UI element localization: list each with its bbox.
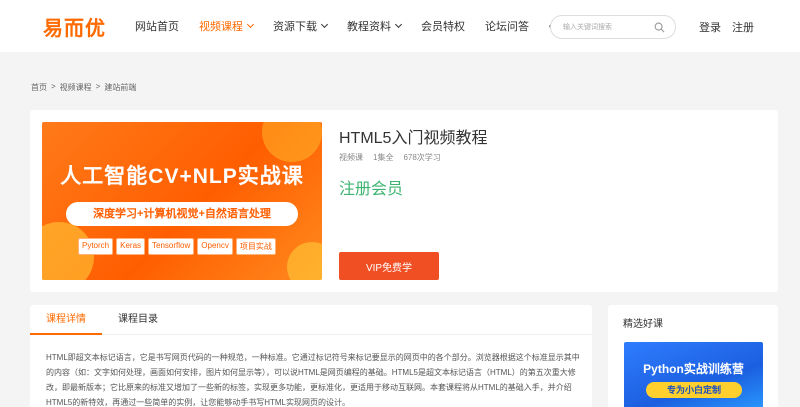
banner-tag: Opencv bbox=[197, 238, 233, 255]
nav-item-tutorials[interactable]: 教程资料 bbox=[347, 18, 403, 34]
course-learners: 678次学习 bbox=[403, 153, 441, 162]
tab-course-catalog[interactable]: 课程目录 bbox=[102, 305, 174, 335]
nav-item-membership[interactable]: 会员特权 bbox=[421, 18, 465, 34]
banner-tag: Tensorflow bbox=[148, 238, 195, 255]
site-header: 易而优 网站首页 视频课程 资源下载 教程资料 会员特权 论坛问答 ••• 登录… bbox=[0, 0, 800, 52]
chevron-down-icon bbox=[320, 20, 329, 29]
featured-course-banner[interactable]: Python实战训练营 专为小白定制 bbox=[624, 342, 763, 407]
search-input[interactable] bbox=[563, 20, 653, 35]
register-link[interactable]: 注册 bbox=[732, 19, 754, 35]
course-episodes: 1集全 bbox=[373, 153, 394, 162]
chevron-down-icon bbox=[394, 20, 403, 29]
banner-title: 人工智能CV+NLP实战课 bbox=[60, 165, 304, 188]
course-description: HTML即超文本标记语言，它是书写网页代码的一种规范，一种标准。它通过标记符号来… bbox=[46, 353, 580, 407]
nav-label: 教程资料 bbox=[347, 21, 391, 33]
featured-courses-panel: 精选好课 Python实战训练营 专为小白定制 bbox=[608, 305, 778, 407]
breadcrumb-separator: > bbox=[51, 82, 56, 91]
banner-subtitle: 深度学习+计算机视觉+自然语言处理 bbox=[66, 202, 298, 226]
nav-label: 网站首页 bbox=[135, 21, 179, 33]
search-icon[interactable] bbox=[654, 22, 665, 33]
nav-item-home[interactable]: 网站首页 bbox=[135, 18, 179, 34]
course-card: 人工智能CV+NLP实战课 深度学习+计算机视觉+自然语言处理 Pytorch … bbox=[30, 110, 778, 292]
login-link[interactable]: 登录 bbox=[699, 19, 721, 35]
course-detail-panel: 课程详情 课程目录 HTML即超文本标记语言，它是书写网页代码的一种规范，一种标… bbox=[30, 305, 592, 407]
featured-banner-subtitle: 专为小白定制 bbox=[646, 382, 742, 398]
decor-circle bbox=[287, 242, 322, 280]
banner-tags: Pytorch Keras Tensorflow Opencv 项目实战 bbox=[78, 238, 276, 255]
nav-item-downloads[interactable]: 资源下载 bbox=[273, 18, 329, 34]
nav-label: 视频课程 bbox=[199, 21, 243, 33]
course-banner[interactable]: 人工智能CV+NLP实战课 深度学习+计算机视觉+自然语言处理 Pytorch … bbox=[42, 122, 322, 280]
detail-tabs: 课程详情 课程目录 bbox=[30, 305, 592, 335]
member-label: 注册会员 bbox=[339, 181, 404, 198]
breadcrumb: 首页 > 视频课程 > 建站前端 bbox=[31, 82, 136, 93]
vip-free-button[interactable]: VIP免费学 bbox=[339, 252, 439, 280]
course-type: 视频课 bbox=[339, 153, 363, 162]
nav-item-video-courses[interactable]: 视频课程 bbox=[199, 18, 255, 34]
nav-item-forum[interactable]: 论坛问答 bbox=[485, 18, 529, 34]
nav-label: 资源下载 bbox=[273, 21, 317, 33]
featured-banner-title: Python实战训练营 bbox=[643, 362, 744, 376]
featured-title: 精选好课 bbox=[623, 319, 663, 330]
breadcrumb-separator: > bbox=[95, 82, 101, 91]
course-meta: 视频课 1集全 678次学习 bbox=[339, 152, 441, 163]
search-box bbox=[550, 15, 676, 39]
main-nav: 网站首页 视频课程 资源下载 教程资料 会员特权 论坛问答 ••• bbox=[135, 0, 585, 52]
breadcrumb-item-frontend[interactable]: 建站前端 bbox=[104, 82, 136, 93]
breadcrumb-item-home[interactable]: 首页 bbox=[31, 82, 47, 93]
nav-label: 论坛问答 bbox=[485, 21, 529, 33]
breadcrumb-item-video-courses[interactable]: 视频课程 bbox=[60, 82, 92, 93]
nav-label: 会员特权 bbox=[421, 21, 465, 33]
banner-tag: Pytorch bbox=[78, 238, 114, 255]
chevron-down-icon bbox=[246, 20, 255, 29]
tab-course-details[interactable]: 课程详情 bbox=[30, 305, 102, 335]
auth-links: 登录 注册 bbox=[699, 19, 754, 35]
banner-tag: Keras bbox=[116, 238, 146, 255]
course-title: HTML5入门视频教程 bbox=[339, 130, 488, 147]
site-logo[interactable]: 易而优 bbox=[43, 12, 106, 41]
decor-circle bbox=[262, 122, 322, 162]
banner-tag: 项目实战 bbox=[235, 238, 276, 255]
